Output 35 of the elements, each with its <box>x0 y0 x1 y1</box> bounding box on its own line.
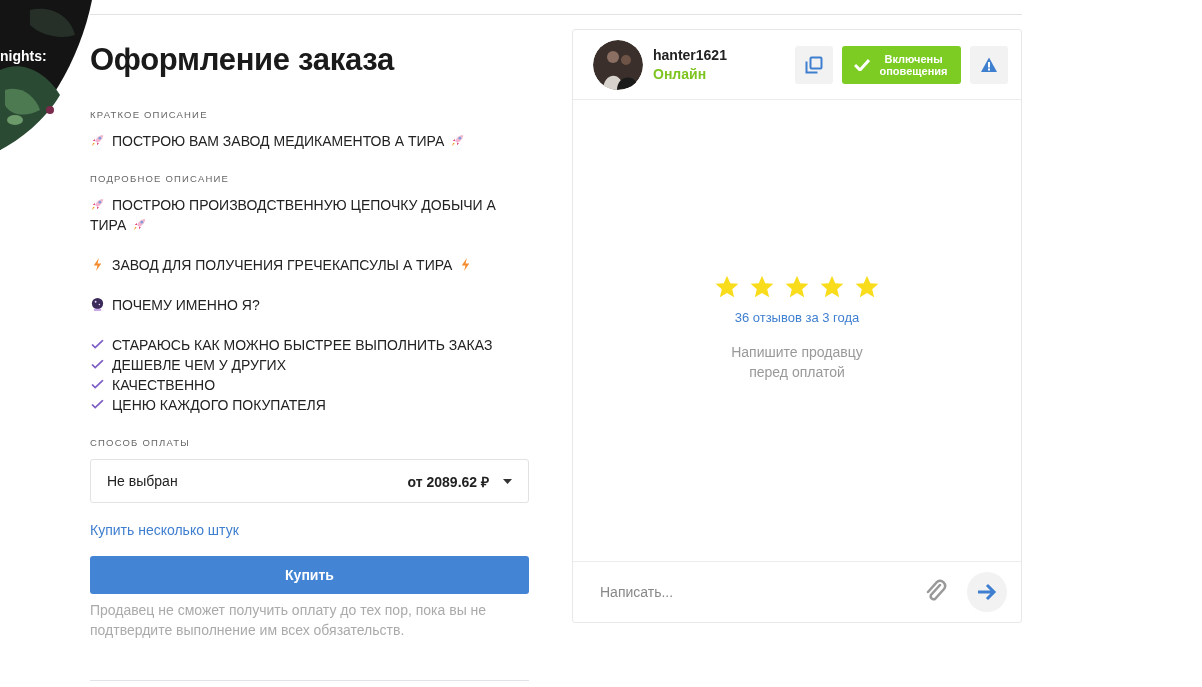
buy-button[interactable]: Купить <box>90 556 529 594</box>
crystal-ball-icon <box>90 297 105 312</box>
description-text: КАЧЕСТВЕННО <box>90 375 529 395</box>
dropdown-value: Не выбран <box>107 473 179 489</box>
description-text: ПОСТРОЮ ПРОИЗВОДСТВЕННУЮ ЦЕПОЧКУ ДОБЫЧИ А ТИРА <box>90 196 497 235</box>
page-title: Оформление заказа <box>90 43 396 77</box>
description-text: СТАРАЮСЬ КАК МОЖНО БЫСТРЕЕ ВЫПОЛНИТЬ ЗАКАЗ <box>90 335 529 355</box>
description-text: ПОЧЕМУ ИМЕННО Я? <box>90 295 529 315</box>
rocket-icon <box>90 197 105 212</box>
description-text: ДЕШЕВЛЕ ЧЕМ У ДРУГИХ <box>90 355 529 375</box>
section-label: ПОДРОБНОЕ ОПИСАНИЕ <box>90 173 231 185</box>
seller-name[interactable]: hanter1621 <box>653 47 795 63</box>
send-button[interactable] <box>967 572 1007 612</box>
price-text: от 2089.62 ₽ <box>407 472 489 491</box>
section-label: КРАТКОЕ ОПИСАНИЕ <box>90 109 209 121</box>
caret-icon <box>503 478 512 484</box>
check-icon <box>854 58 870 71</box>
hint-text: Напишите продавцу перед оплатой <box>730 342 864 382</box>
payment-note: Продавец не сможет получить оплату до тех пор, пока вы не подтвердите выполнение им всех обязательств. <box>90 601 488 640</box>
banner-caption: nights: <box>0 48 47 64</box>
description-text: ПОСТРОЮ ВАМ ЗАВОД МЕДИКАМЕНТОВ А ТИРА <box>90 131 529 151</box>
avatar <box>593 39 643 90</box>
reviews-link[interactable]: 36 отзывов за 3 года <box>734 309 860 325</box>
copy-button[interactable] <box>795 45 833 84</box>
report-button[interactable] <box>970 45 1008 84</box>
warning-icon <box>980 55 998 74</box>
description-text: ЗАВОД ДЛЯ ПОЛУЧЕНИЯ ГРЕЧЕКАПСУЛЫ А ТИРА <box>90 255 529 275</box>
buy-several-link[interactable]: Купить несколько штук <box>90 522 239 538</box>
rocket-icon <box>90 133 105 148</box>
copy-icon <box>805 55 823 74</box>
description-text: ЦЕНЮ КАЖДОГО ПОКУПАТЕЛЯ <box>90 395 529 415</box>
arrow-icon <box>976 581 998 603</box>
online-status: Онлайн <box>653 66 708 82</box>
payment-dropdown[interactable]: Не выбран от 2089.62 ₽ <box>90 459 529 503</box>
section-label: СПОСОБ ОПЛАТЫ <box>90 437 191 449</box>
